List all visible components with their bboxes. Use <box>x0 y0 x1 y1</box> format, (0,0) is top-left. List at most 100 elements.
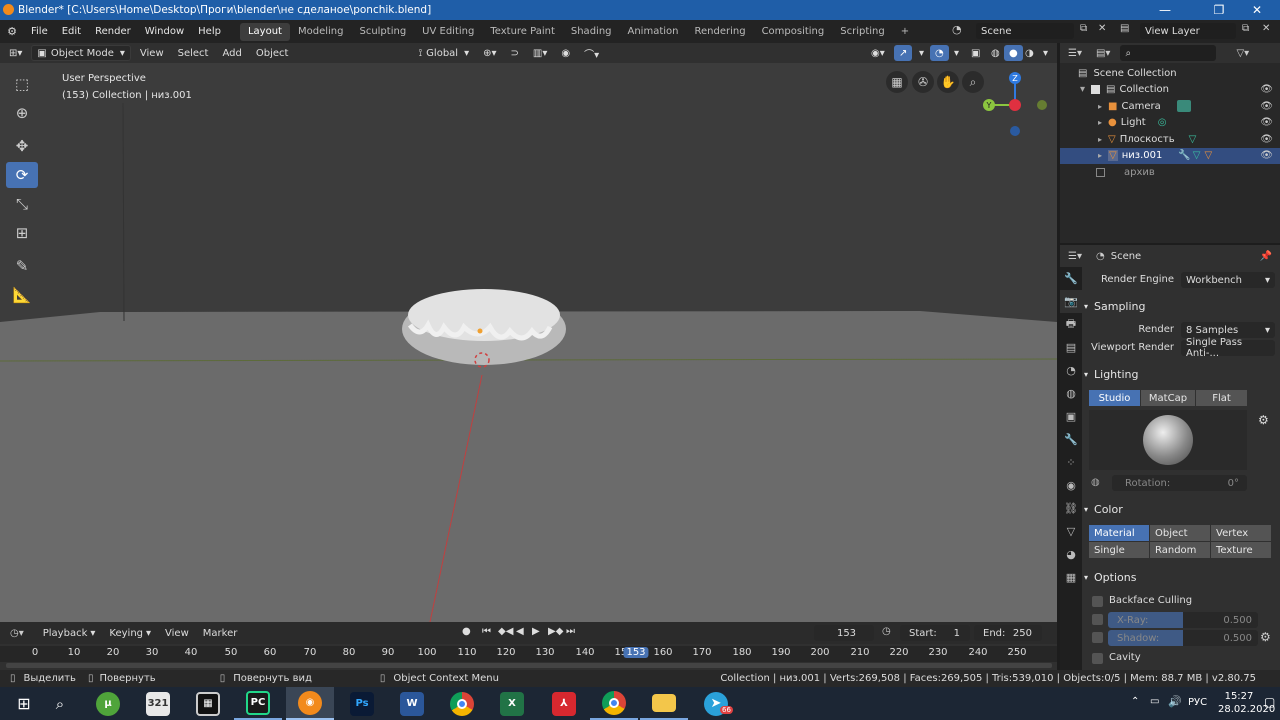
checkbox-icon[interactable] <box>1091 85 1101 95</box>
tab-sculpting[interactable]: Sculpting <box>351 23 414 41</box>
xray-checkbox[interactable] <box>1092 614 1103 625</box>
overlays-dropdown-icon[interactable]: ▾ <box>949 45 964 61</box>
taskbar-video-editor[interactable]: ▦ <box>184 687 232 720</box>
jump-start-icon[interactable]: ⏮ <box>482 626 491 637</box>
timeline-view-menu[interactable]: View <box>160 625 194 641</box>
render-samples-dropdown[interactable]: 8 Samples ▾ <box>1181 322 1275 338</box>
tab-animation[interactable]: Animation <box>620 23 687 41</box>
scene-tab-icon[interactable]: ◔ <box>1060 359 1082 382</box>
keying-menu[interactable]: Keying ▾ <box>104 625 156 641</box>
pin-icon[interactable]: 📌 <box>1260 251 1272 262</box>
viewport-render-dropdown[interactable]: Single Pass Anti-... <box>1181 337 1275 359</box>
falloff-icon[interactable]: ⌒▾ <box>579 45 604 61</box>
taskbar-acrobat[interactable]: ⅄ <box>540 687 588 720</box>
toggle-perspective-icon[interactable]: ▦ <box>886 71 908 93</box>
color-object-button[interactable]: Object <box>1150 525 1210 541</box>
properties-editor-icon[interactable]: ☰▾ <box>1068 251 1082 262</box>
world-space-icon[interactable]: ◍ <box>1091 477 1100 488</box>
lighting-panel-header[interactable]: ▾ Lighting <box>1084 364 1278 384</box>
eye-icon[interactable]: 👁 <box>1260 150 1273 161</box>
annotate-tool-icon[interactable]: ✎ <box>6 253 38 279</box>
close-button[interactable]: ✕ <box>1234 0 1280 20</box>
lighting-flat-button[interactable]: Flat <box>1196 390 1247 406</box>
scale-tool-icon[interactable]: ⤡ <box>6 191 38 217</box>
shading-dropdown-icon[interactable]: ▾ <box>1038 45 1053 61</box>
gizmo-dropdown-icon[interactable]: ▾ <box>914 45 929 61</box>
outliner-search-input[interactable]: ⌕ <box>1120 45 1217 61</box>
view-layer-selector[interactable]: View Layer <box>1140 23 1236 39</box>
new-scene-icon[interactable]: ⧉ <box>1080 23 1087 34</box>
add-workspace-button[interactable]: + <box>893 23 917 41</box>
menu-help[interactable]: Help <box>191 26 228 37</box>
outliner-item-camera[interactable]: ▸ ■ Camera 👁 <box>1060 98 1280 115</box>
notifications-icon[interactable]: ▢ <box>1264 695 1275 709</box>
taskbar-pycharm[interactable]: PC <box>234 687 282 720</box>
taskbar-blender[interactable]: ◉ <box>286 687 334 720</box>
snap-icon[interactable]: ⊃ <box>506 45 524 61</box>
shadow-settings-gear-icon[interactable]: ⚙ <box>1260 630 1271 644</box>
search-button[interactable]: ⌕ <box>36 687 84 720</box>
expand-arrow-icon[interactable]: ▸ <box>1098 102 1102 111</box>
gizmo-neg-y[interactable] <box>1037 100 1047 110</box>
constraints-tab-icon[interactable]: ⛓ <box>1060 497 1082 520</box>
outliner-item-niz001[interactable]: ▸ ▽ низ.001 🔧 ▽ ▽ 👁 <box>1060 147 1280 164</box>
data-tab-icon[interactable]: ▽ <box>1060 520 1082 543</box>
taskbar-telegram[interactable]: ➤ 66 <box>692 687 740 720</box>
xray-slider[interactable]: X-Ray: 0.500 <box>1108 612 1258 628</box>
color-panel-header[interactable]: ▾ Color <box>1084 499 1278 519</box>
pivot-point-icon[interactable]: ⊕▾ <box>478 45 501 61</box>
tab-texture-paint[interactable]: Texture Paint <box>482 23 563 41</box>
color-material-button[interactable]: Material <box>1089 525 1149 541</box>
transform-orientation-dropdown[interactable]: ⟟ Global ▾ <box>413 45 474 61</box>
eye-icon[interactable]: 👁 <box>1260 101 1273 112</box>
next-keyframe-icon[interactable]: ▶◆ <box>548 626 563 637</box>
editor-type-icon[interactable]: ⊞▾ <box>4 45 27 61</box>
tab-rendering[interactable]: Rendering <box>686 23 753 41</box>
tab-compositing[interactable]: Compositing <box>754 23 833 41</box>
new-view-layer-icon[interactable]: ⧉ <box>1242 23 1249 34</box>
sampling-panel-header[interactable]: ▾ Sampling <box>1084 296 1278 316</box>
select-box-tool-icon[interactable]: ⬚ <box>6 71 38 97</box>
eye-icon[interactable]: 👁 <box>1260 84 1273 95</box>
modifier-tab-icon[interactable]: 🔧 <box>1060 428 1082 451</box>
remove-scene-icon[interactable]: ✕ <box>1098 23 1106 34</box>
tab-layout[interactable]: Layout <box>239 22 290 41</box>
render-engine-dropdown[interactable]: Workbench ▾ <box>1181 272 1275 288</box>
minimize-button[interactable]: — <box>1142 0 1188 20</box>
gizmo-neg-z[interactable] <box>1010 126 1020 136</box>
play-icon[interactable]: ▶ <box>532 626 540 637</box>
menu-view[interactable]: View <box>135 45 169 61</box>
prev-keyframe-icon[interactable]: ◆◀ <box>498 626 513 637</box>
expand-arrow-icon[interactable]: ▸ <box>1098 135 1102 144</box>
taskbar-calendar[interactable]: 321 <box>134 687 182 720</box>
options-panel-header[interactable]: ▾ Options <box>1084 567 1278 587</box>
eye-icon[interactable]: 👁 <box>1260 134 1273 145</box>
menu-edit[interactable]: Edit <box>55 26 88 37</box>
taskbar-explorer[interactable] <box>640 687 688 720</box>
keyboard-language[interactable]: РУС <box>1188 697 1207 708</box>
preferences-gear-icon[interactable]: ⚙ <box>1258 413 1269 427</box>
proportional-edit-icon[interactable]: ◉ <box>556 45 575 61</box>
shadow-checkbox[interactable] <box>1092 632 1103 643</box>
tray-chevron-icon[interactable]: ⌃ <box>1131 696 1139 707</box>
visibility-icon[interactable]: ◉▾ <box>866 45 890 61</box>
record-icon[interactable]: ● <box>462 626 471 637</box>
expand-arrow-icon[interactable]: ▸ <box>1098 151 1102 160</box>
end-frame-field[interactable]: End: 250 <box>974 625 1042 641</box>
object-tab-icon[interactable]: ▣ <box>1060 405 1082 428</box>
gizmo-x-axis[interactable] <box>1009 99 1021 111</box>
rotate-tool-icon[interactable]: ⟳ <box>6 162 38 188</box>
particles-tab-icon[interactable]: ⁘ <box>1060 451 1082 474</box>
3d-viewport[interactable]: ⬚ ⊕ ✥ ⟳ ⤡ ⊞ ✎ 📐 User Perspective (153) C… <box>0 63 1057 622</box>
expand-arrow-icon[interactable]: ▸ <box>1098 118 1102 127</box>
taskbar-word[interactable]: W <box>388 687 436 720</box>
outliner-item-light[interactable]: ▸ ● Light ◎ 👁 <box>1060 115 1280 132</box>
tab-modeling[interactable]: Modeling <box>290 23 352 41</box>
color-texture-button[interactable]: Texture <box>1211 542 1271 558</box>
outliner-item-collection[interactable]: ▾ ▤ Collection 👁 <box>1060 82 1280 99</box>
marker-menu[interactable]: Marker <box>198 625 243 641</box>
output-tab-icon[interactable]: 🖶 <box>1060 313 1082 336</box>
shadow-slider[interactable]: Shadow: 0.500 <box>1108 630 1258 646</box>
tool-tab-icon[interactable]: 🔧 <box>1060 267 1082 290</box>
play-reverse-icon[interactable]: ◀ <box>516 626 524 637</box>
